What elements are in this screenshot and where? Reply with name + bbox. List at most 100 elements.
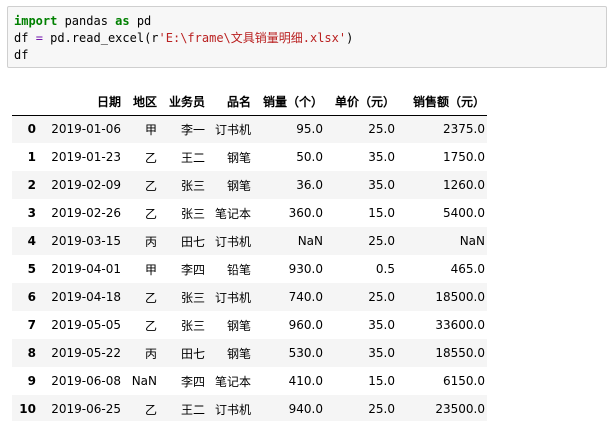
table-cell: 35.0 (368, 150, 395, 164)
table-cell: NaN (459, 234, 485, 248)
row-index: 0 (27, 122, 36, 137)
table-row: 3 2019-02-26 乙 张三 笔记本 360.0 15.0 5400.0 (12, 199, 487, 227)
table-cell: 乙 (144, 206, 157, 221)
table-cell: 2019-05-05 (51, 318, 121, 332)
table-cell: 钢笔 (226, 150, 251, 165)
table-cell: 25.0 (368, 122, 395, 137)
row-index: 6 (27, 290, 36, 304)
table-cell: 钢笔 (226, 178, 251, 193)
table-cell: 订书机 (214, 122, 251, 137)
table-cell: NaN (297, 234, 323, 248)
table-cell: 张三 (180, 290, 205, 305)
table-cell: 钢笔 (226, 346, 251, 361)
table-cell: 甲 (144, 122, 157, 137)
table-cell: 15.0 (368, 374, 395, 388)
table-cell: 王二 (180, 150, 205, 165)
table-cell: 25.0 (368, 402, 395, 416)
table-cell: 李四 (180, 262, 205, 277)
table-cell: 2019-04-18 (51, 290, 121, 304)
code-line-read-excel: df = pd.read_excel(r'E:\frame\文具销量明细.xls… (14, 30, 606, 47)
table-cell: 乙 (144, 178, 157, 193)
table-cell: 2019-04-01 (51, 262, 121, 276)
table-row: 2 2019-02-09 乙 张三 钢笔 36.0 35.0 1260.0 (12, 171, 487, 199)
index-header (12, 88, 38, 116)
table-cell: 订书机 (214, 234, 251, 249)
table-cell: 33600.0 (435, 318, 485, 332)
row-index: 2 (27, 178, 36, 192)
column-header: 销量（个） (253, 88, 325, 116)
table-cell: 410.0 (288, 374, 323, 388)
table-cell: 36.0 (296, 178, 323, 192)
table-cell: 2019-01-23 (51, 150, 121, 164)
table-row: 9 2019-06-08 NaN 李四 笔记本 410.0 15.0 6150.0 (12, 367, 487, 395)
table-cell: 1750.0 (443, 150, 485, 164)
table-cell: 6150.0 (443, 374, 485, 388)
row-index: 3 (27, 206, 36, 220)
code-text: df (14, 31, 36, 45)
table-cell: 940.0 (288, 402, 323, 416)
table-cell: 35.0 (368, 318, 395, 332)
row-index: 7 (27, 318, 36, 332)
table-cell: 丙 (144, 234, 157, 249)
column-header: 业务员 (159, 88, 207, 116)
table-row: 7 2019-05-05 乙 张三 钢笔 960.0 35.0 33600.0 (12, 311, 487, 339)
dataframe-table: 日期 地区 业务员 品名 销量（个） 单价（元） 销售额（元） 0 2019-01… (12, 88, 487, 421)
code-line-import: import pandas as pd (14, 13, 606, 30)
table-cell: 740.0 (288, 290, 323, 304)
table-cell: 王二 (180, 402, 205, 417)
table-cell: 25.0 (368, 234, 395, 248)
table-cell: 465.0 (450, 262, 485, 276)
code-line-df: df (14, 48, 29, 62)
column-header: 单价（元） (325, 88, 397, 116)
table-cell: 乙 (144, 318, 157, 333)
table-row: 10 2019-06-25 乙 王二 订书机 940.0 25.0 23500.0 (12, 395, 487, 421)
table-cell: 钢笔 (226, 318, 251, 333)
column-header: 销售额（元） (397, 88, 487, 116)
table-cell: 笔记本 (214, 374, 251, 389)
table-cell: 丙 (144, 346, 157, 361)
table-cell: 2019-06-25 (51, 402, 121, 416)
table-cell: 田七 (180, 346, 205, 361)
keyword-as: as (115, 14, 130, 28)
table-cell: 2375.0 (443, 122, 485, 137)
table-cell: 530.0 (288, 346, 323, 360)
table-row: 0 2019-01-06 甲 李一 订书机 95.0 25.0 2375.0 (12, 115, 487, 143)
code-text: ) (346, 31, 354, 45)
row-index: 9 (27, 374, 36, 388)
table-cell: 95.0 (296, 122, 323, 137)
row-index: 1 (27, 150, 36, 164)
table-cell: 50.0 (296, 150, 323, 164)
column-header: 地区 (123, 88, 159, 116)
table-cell: 田七 (180, 234, 205, 249)
row-index: 5 (27, 262, 36, 276)
table-cell: 1260.0 (443, 178, 485, 192)
table-row: 8 2019-05-22 丙 田七 钢笔 530.0 35.0 18550.0 (12, 339, 487, 367)
row-index: 8 (27, 346, 36, 360)
column-header: 品名 (207, 88, 253, 116)
table-header-row: 日期 地区 业务员 品名 销量（个） 单价（元） 销售额（元） (12, 88, 487, 116)
row-index: 10 (19, 402, 36, 416)
code-cell-input[interactable]: import pandas as pd df = pd.read_excel(r… (7, 6, 607, 68)
cell-output: 日期 地区 业务员 品名 销量（个） 单价（元） 销售额（元） 0 2019-01… (12, 88, 487, 421)
table-cell: 2019-02-26 (51, 206, 121, 220)
code-text: pandas (57, 14, 116, 28)
table-cell: 李一 (180, 122, 205, 137)
table-cell: 35.0 (368, 346, 395, 360)
table-cell: 李四 (180, 374, 205, 389)
table-cell: 铅笔 (226, 262, 251, 277)
code-text: pd (129, 14, 152, 28)
row-index: 4 (27, 234, 36, 248)
table-cell: 15.0 (368, 206, 395, 220)
table-cell: 张三 (180, 318, 205, 333)
table-cell: 甲 (144, 262, 157, 277)
table-cell: 2019-03-15 (51, 234, 121, 248)
code-text: pd.read_excel(r (42, 31, 159, 45)
table-cell: 35.0 (368, 178, 395, 192)
table-cell: 订书机 (214, 290, 251, 305)
table-cell: 乙 (144, 290, 157, 305)
table-cell: 0.5 (375, 262, 395, 276)
table-cell: 930.0 (288, 262, 323, 276)
table-cell: NaN (131, 374, 157, 388)
keyword-import: import (14, 14, 58, 28)
table-cell: 25.0 (368, 290, 395, 304)
